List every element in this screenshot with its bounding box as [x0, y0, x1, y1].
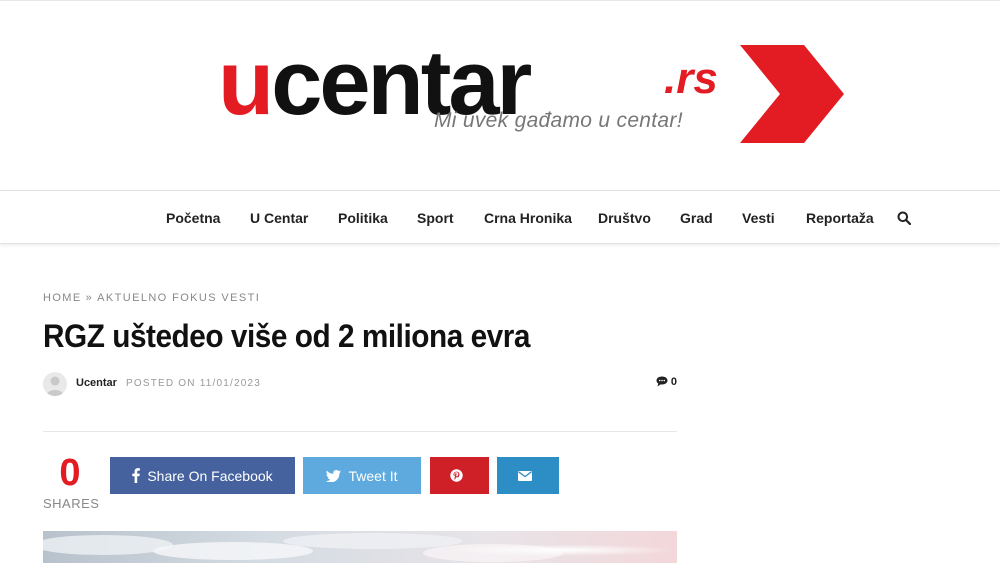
share-count-label: SHARES: [43, 496, 100, 511]
avatar-placeholder-icon: [46, 376, 64, 396]
pinterest-icon: [449, 469, 463, 482]
logo-tagline: Mi uvek gađamo u centar!: [434, 109, 683, 132]
post-date: POSTED ON 11/01/2023: [126, 378, 261, 389]
search-icon[interactable]: [897, 211, 911, 225]
twitter-label: Tweet It: [348, 467, 398, 484]
share-facebook-button[interactable]: Share On Facebook: [110, 457, 295, 494]
share-email-button[interactable]: [497, 457, 559, 494]
article-meta: Ucentar POSTED ON 11/01/2023 0: [43, 372, 677, 398]
logo-letter-u: u: [218, 32, 274, 134]
comment-icon: [656, 376, 668, 387]
envelope-icon: [517, 470, 532, 481]
nav-item-pocetna[interactable]: Početna: [166, 191, 220, 245]
logo-domain: .rs: [664, 54, 718, 103]
share-twitter-button[interactable]: Tweet It: [303, 457, 421, 494]
twitter-icon: [326, 469, 342, 482]
share-counter: 0 SHARES: [43, 452, 100, 511]
sky-image: [43, 531, 677, 563]
post-date-value: 11/01/2023: [199, 378, 261, 389]
site-header: ucentar .rs Mi uvek gađamo u centar!: [0, 0, 1000, 190]
share-pinterest-button[interactable]: [430, 457, 489, 494]
breadcrumb-home[interactable]: HOME: [43, 292, 82, 304]
breadcrumb: HOME» AKTUELNO FOKUS VESTI: [43, 292, 260, 304]
nav-item-reportaza[interactable]: Reportaža: [806, 191, 874, 245]
nav-item-grad[interactable]: Grad: [680, 191, 713, 245]
meta-divider: [43, 431, 677, 432]
breadcrumb-category[interactable]: AKTUELNO FOKUS VESTI: [97, 292, 260, 304]
nav-item-vesti[interactable]: Vesti: [742, 191, 775, 245]
nav-item-u-centar[interactable]: U Centar: [250, 191, 308, 245]
nav-item-crna-hronika[interactable]: Crna Hronika: [484, 191, 572, 245]
breadcrumb-separator: »: [85, 292, 94, 304]
author-avatar[interactable]: [43, 372, 67, 396]
comment-count: 0: [670, 376, 677, 388]
nav-item-drustvo[interactable]: Društvo: [598, 191, 651, 245]
share-count-number: 0: [59, 452, 81, 494]
facebook-icon: [132, 468, 141, 483]
author-name[interactable]: Ucentar: [76, 377, 117, 389]
article-title: RGZ uštedeo više od 2 miliona evra: [43, 318, 530, 354]
main-nav: Početna U Centar Politika Sport Crna Hro…: [0, 190, 1000, 244]
nav-item-sport[interactable]: Sport: [417, 191, 454, 245]
site-logo[interactable]: ucentar .rs Mi uvek gađamo u centar!: [218, 37, 848, 153]
logo-arrow-icon: [740, 45, 844, 143]
comment-count-link[interactable]: 0: [656, 376, 677, 388]
posted-on-label: POSTED ON: [126, 378, 196, 389]
article-featured-image: [43, 531, 677, 563]
facebook-label: Share On Facebook: [147, 467, 273, 484]
nav-item-politika[interactable]: Politika: [338, 191, 388, 245]
